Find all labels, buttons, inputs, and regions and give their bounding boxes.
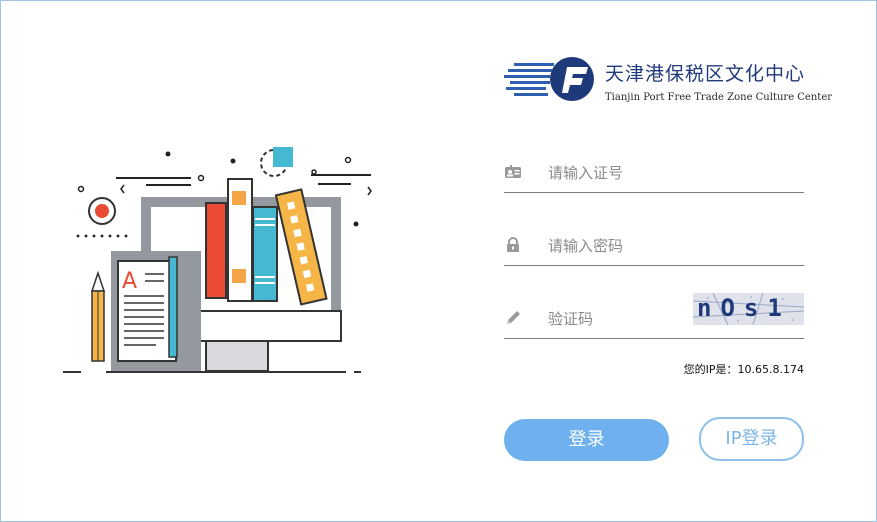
card-number-field xyxy=(504,154,804,193)
illustration-letter: A xyxy=(122,269,137,294)
card-number-input[interactable] xyxy=(548,160,778,186)
id-card-icon xyxy=(505,165,521,178)
password-input[interactable] xyxy=(548,233,778,259)
captcha-image[interactable]: nOs1 xyxy=(693,293,804,325)
captcha-text: nOs1 xyxy=(697,294,791,322)
brand-name-en: Tianjin Port Free Trade Zone Culture Cen… xyxy=(605,92,833,103)
pencil-icon xyxy=(507,311,520,324)
logo-mark-icon xyxy=(504,57,594,101)
captcha-field: nOs1 xyxy=(504,293,804,339)
brand-logo: 天津港保税区文化中心 Tianjin Port Free Trade Zone … xyxy=(504,55,832,107)
library-illustration: A xyxy=(63,147,372,373)
ip-login-button[interactable]: IP登录 xyxy=(699,417,804,461)
login-window: A 天津港保税区文化中心 Tianjin Port Free Trade Zon… xyxy=(0,0,877,522)
ip-address-text: 您的IP是：10.65.8.174 xyxy=(683,363,804,376)
lock-icon xyxy=(507,237,519,252)
login-button[interactable]: 登录 xyxy=(504,419,669,461)
brand-name-cn: 天津港保税区文化中心 xyxy=(605,63,806,85)
password-field xyxy=(504,227,804,266)
captcha-input[interactable] xyxy=(548,306,678,332)
